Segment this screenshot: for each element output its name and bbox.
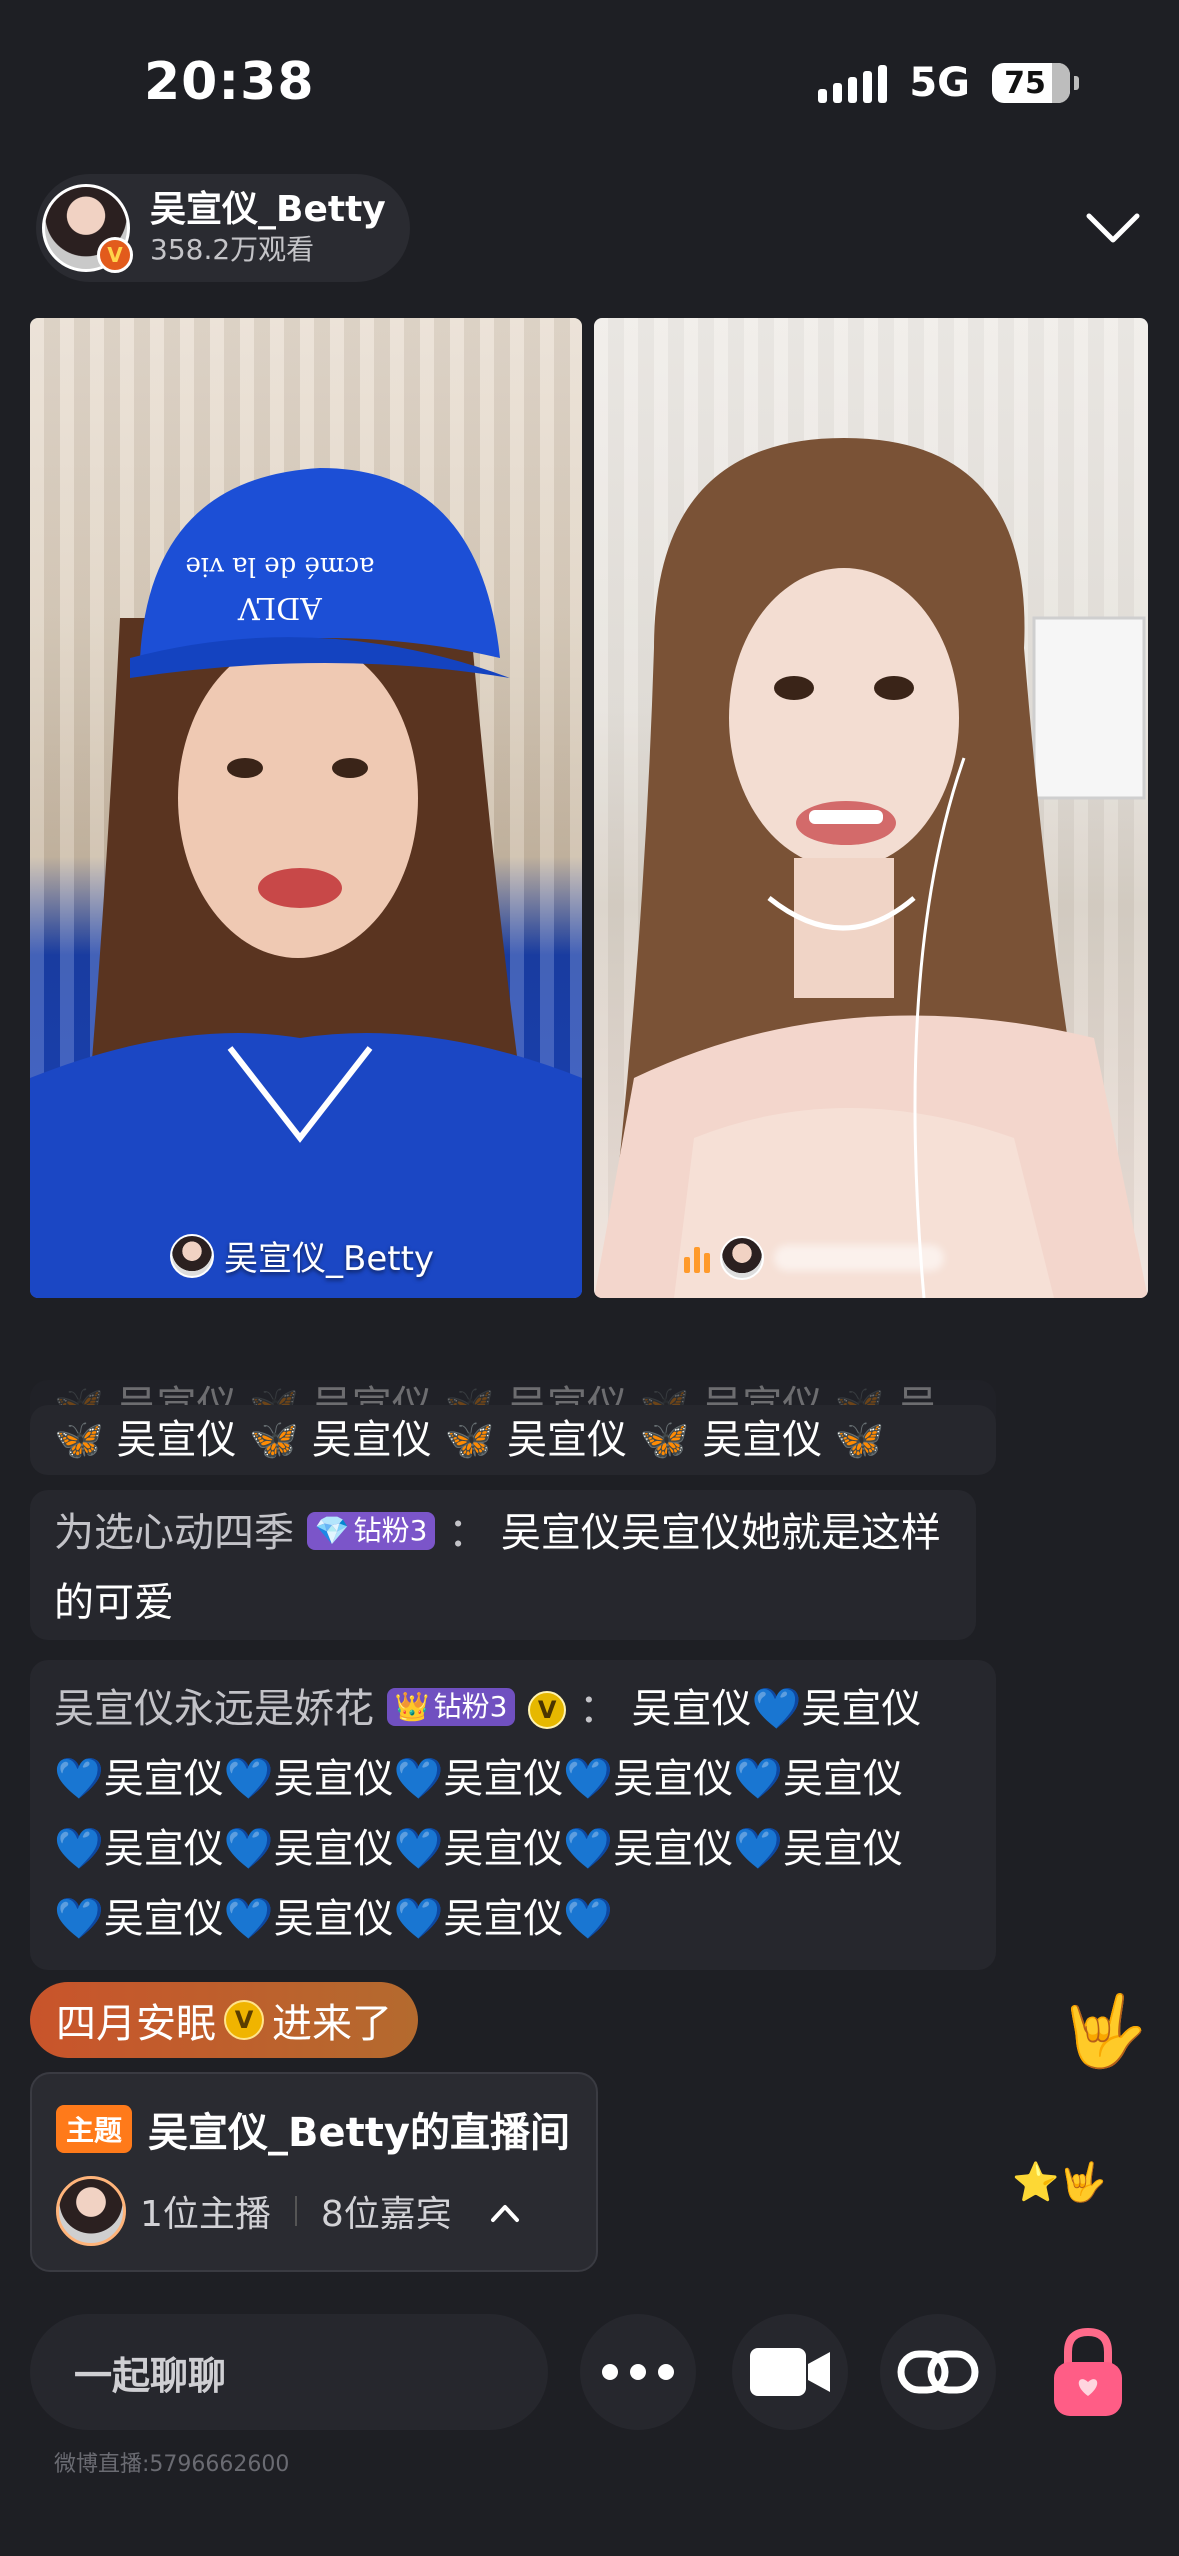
battery-level: 75 (1004, 65, 1046, 101)
signal-icon (818, 63, 888, 103)
video-tile-host[interactable]: acmé de la vie ADLV 吴宣仪_Betty (30, 318, 582, 1298)
comment-text: 吴宣仪吴宣仪她就是这样 (500, 1510, 941, 1556)
link-icon[interactable] (880, 2314, 996, 2430)
topic-title: 吴宣仪_Betty的直播间 (148, 2110, 570, 2156)
comment-username[interactable]: 吴宣仪永远是娇花 (54, 1686, 374, 1732)
svg-text:acmé de la vie: acmé de la vie (185, 551, 374, 581)
svg-text:ADLV: ADLV (237, 590, 323, 625)
topic-card[interactable]: 主题 吴宣仪_Betty的直播间 1位主播 8位嘉宾 (30, 2072, 598, 2272)
guest-count[interactable]: 8位嘉宾 (321, 2185, 452, 2237)
floating-hand-emoji: 🤟 (1060, 1990, 1148, 2072)
comment-text: 吴宣仪💙吴宣仪 (631, 1686, 922, 1732)
comment-text: 💙吴宣仪💙吴宣仪💙吴宣仪💙 (54, 1896, 614, 1942)
verified-badge-icon: V (224, 2000, 264, 2040)
floating-star-emoji: ⭐🤟 (1012, 2160, 1107, 2204)
verified-badge-icon: V (97, 237, 133, 273)
view-count: 358.2万观看 (150, 233, 315, 266)
host-name: 吴宣仪_Betty (150, 189, 386, 230)
entry-notice: 四月安眠 V 进来了 (30, 1982, 418, 2058)
host-avatar-small[interactable] (56, 2176, 126, 2246)
host-avatar[interactable]: V (42, 184, 133, 273)
tile-avatar (720, 1236, 764, 1280)
comment-item[interactable]: 🦋 吴宣仪 🦋 吴宣仪 🦋 吴宣仪 🦋 吴宣仪 🦋 (30, 1405, 996, 1475)
video-camera-icon[interactable] (732, 2314, 848, 2430)
room-id: 微博直播:5796662600 (54, 2452, 290, 2477)
comment-text: 💙吴宣仪💙吴宣仪💙吴宣仪💙吴宣仪💙吴宣仪 (54, 1756, 904, 1802)
host-count[interactable]: 1位主播 (140, 2185, 271, 2237)
battery-icon: 75 (992, 63, 1070, 103)
chat-input[interactable]: 一起聊聊 (30, 2314, 548, 2430)
comment-item[interactable]: 为选心动四季 💎 钻粉3 ： 吴宣仪吴宣仪她就是这样 的可爱 (30, 1490, 976, 1640)
host-info[interactable]: V 吴宣仪_Betty 358.2万观看 (36, 174, 410, 282)
fan-level-badge: 💎 钻粉3 (306, 1512, 436, 1550)
fan-level-badge: 👑 钻粉3 (386, 1688, 516, 1726)
guest-name-blurred (774, 1245, 944, 1271)
status-indicators: 5G 75 (818, 60, 1079, 106)
verified-badge-icon: V (528, 1691, 567, 1729)
lock-icon[interactable] (1030, 2314, 1146, 2430)
tile-label-guest (684, 1236, 944, 1280)
audio-level-icon (684, 1243, 710, 1273)
entry-username[interactable]: 四月安眠 (56, 1991, 216, 2049)
video-tile-guest[interactable] (594, 318, 1148, 1298)
comment-item[interactable]: 吴宣仪永远是娇花 👑 钻粉3 V ： 吴宣仪💙吴宣仪 💙吴宣仪💙吴宣仪💙吴宣仪💙吴… (30, 1660, 996, 1970)
entry-text: 进来了 (272, 2001, 392, 2047)
comment-username[interactable]: 为选心动四季 (54, 1510, 294, 1556)
more-icon[interactable] (580, 2314, 696, 2430)
chevron-up-icon[interactable] (490, 2191, 520, 2232)
tile-avatar (170, 1233, 214, 1278)
tile-host-name: 吴宣仪_Betty (224, 1239, 435, 1279)
comment-text: 💙吴宣仪💙吴宣仪💙吴宣仪💙吴宣仪💙吴宣仪 (54, 1826, 904, 1872)
comment-text: 的可爱 (54, 1580, 174, 1626)
status-time: 20:38 (144, 52, 315, 112)
topic-tag: 主题 (56, 2105, 133, 2153)
network-type: 5G (909, 60, 970, 106)
tile-label-host: 吴宣仪_Betty (170, 1231, 434, 1280)
chevron-down-icon[interactable] (1081, 196, 1145, 260)
